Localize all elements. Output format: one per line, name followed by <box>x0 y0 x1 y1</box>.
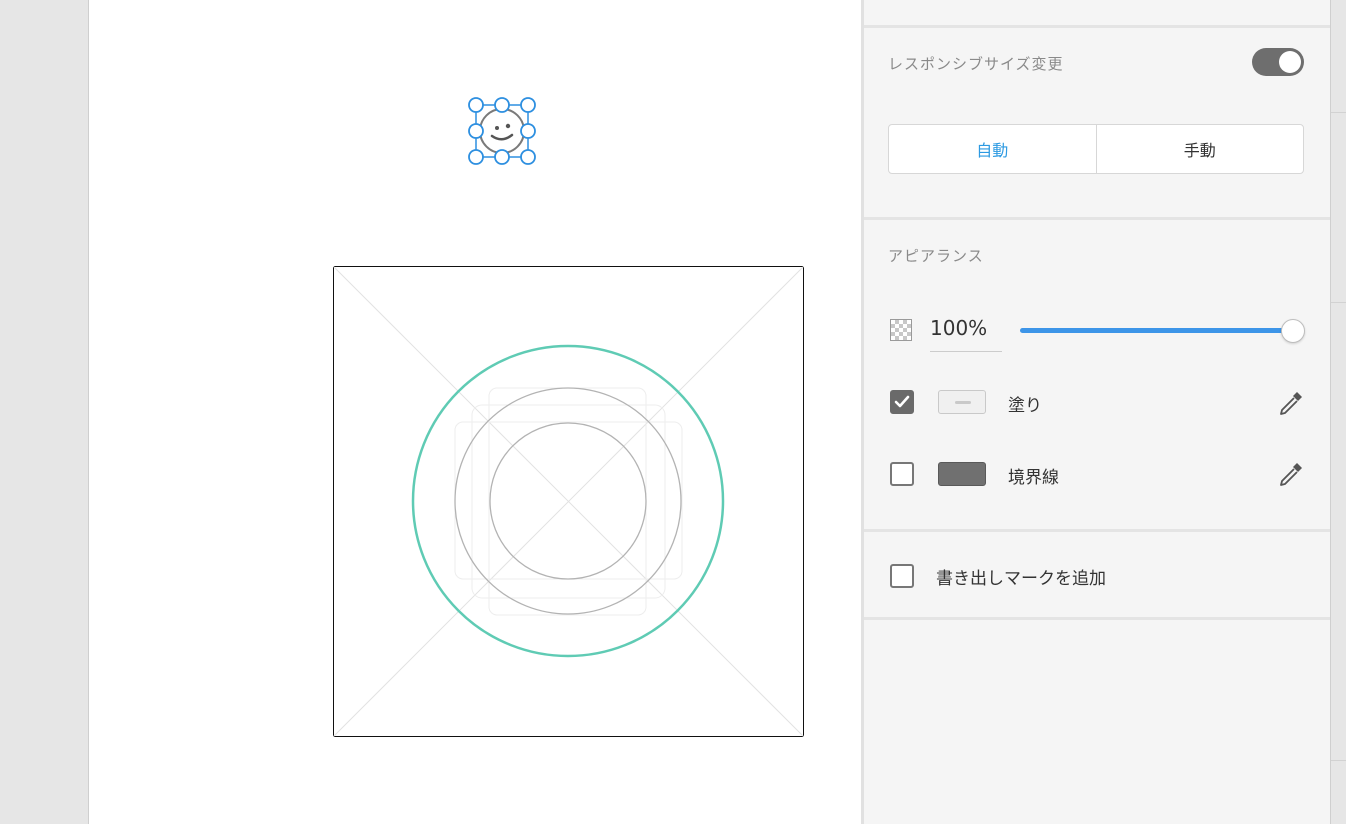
opacity-input[interactable]: 100% <box>930 316 1002 352</box>
resize-mode-segmented-control: 自動 手動 <box>888 124 1304 174</box>
eyedropper-icon[interactable] <box>1276 388 1306 418</box>
checkmark-icon <box>894 395 910 408</box>
export-mark-checkbox[interactable] <box>890 564 914 588</box>
opacity-slider-thumb[interactable] <box>1281 319 1305 343</box>
opacity-slider-track[interactable] <box>1020 328 1290 333</box>
section-divider <box>864 217 1330 220</box>
design-canvas[interactable] <box>89 0 861 824</box>
selected-glyph[interactable] <box>466 96 538 168</box>
border-checkbox[interactable] <box>890 462 914 486</box>
border-color-swatch[interactable] <box>938 462 986 486</box>
export-mark-label: 書き出しマークを追加 <box>936 569 1106 589</box>
appearance-label: アピアランス <box>888 247 984 265</box>
right-gutter <box>1330 0 1346 824</box>
resize-auto-button[interactable]: 自動 <box>889 125 1097 173</box>
eyedropper-icon[interactable] <box>1276 459 1306 489</box>
responsive-resize-label: レスポンシブサイズ変更 <box>888 55 1064 73</box>
fill-label: 塗り <box>1008 396 1042 416</box>
fill-checkbox[interactable] <box>890 390 914 414</box>
fill-color-swatch[interactable] <box>938 390 986 414</box>
smiley-icon <box>479 108 525 154</box>
property-inspector: レスポンシブサイズ変更 自動 手動 アピアランス 100% 塗り 境界線 書き出… <box>864 0 1330 824</box>
left-gutter <box>0 0 89 824</box>
toggle-knob <box>1279 51 1301 73</box>
resize-manual-button[interactable]: 手動 <box>1097 125 1304 173</box>
section-divider <box>864 529 1330 532</box>
icon-template-artboard[interactable] <box>333 266 804 737</box>
checkerboard-icon <box>890 319 912 341</box>
section-divider <box>864 617 1330 620</box>
responsive-resize-toggle[interactable] <box>1252 48 1304 76</box>
border-label: 境界線 <box>1008 468 1059 488</box>
section-divider <box>864 25 1330 28</box>
